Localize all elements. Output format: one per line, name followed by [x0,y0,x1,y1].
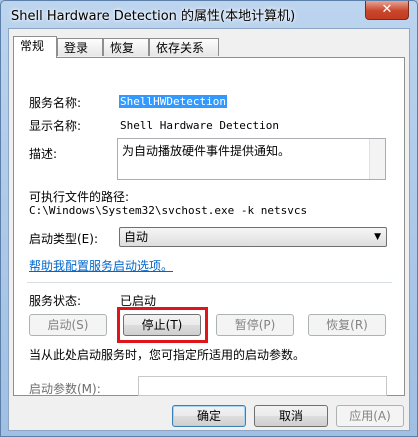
close-icon: ✕ [381,2,393,17]
ok-button[interactable]: 确定 [172,405,246,427]
pause-button[interactable]: 暂停(P) [216,314,294,336]
properties-dialog: Shell Hardware Detection 的属性(本地计算机) ✕ 常规… [0,0,418,437]
tab-dependencies[interactable]: 依存关系 [149,38,219,56]
resume-button[interactable]: 恢复(R) [308,314,386,336]
close-button[interactable]: ✕ [365,1,409,20]
display-name-label: 显示名称: [29,119,82,133]
tab-recovery[interactable]: 恢复 [103,38,149,56]
startup-type-label: 启动类型(E): [29,232,98,246]
start-params-label: 启动参数(M): [29,382,101,396]
cancel-button[interactable]: 取消 [254,405,328,427]
window-title: Shell Hardware Detection 的属性(本地计算机) [11,9,296,24]
start-button[interactable]: 启动(S) [29,314,107,336]
exe-path-value: C:\Windows\System32\svchost.exe -k netsv… [29,204,308,217]
dialog-client-area: 常规 登录 恢复 依存关系 服务名称: ShellHWDetection 显示名… [8,28,410,431]
help-config-link[interactable]: 帮助我配置服务启动选项。 [29,257,173,274]
chevron-down-icon: ▼ [374,232,381,242]
tab-logon[interactable]: 登录 [57,38,103,56]
service-name-value[interactable]: ShellHWDetection [119,95,227,108]
description-value: 为自动播放硬件事件提供通知。 [122,144,291,158]
description-scrollbar[interactable] [369,139,385,179]
service-name-label: 服务名称: [29,96,82,110]
description-textbox[interactable]: 为自动播放硬件事件提供通知。 [117,138,386,180]
start-params-hint: 当从此处启动服务时，您可指定所适用的启动参数。 [29,348,306,362]
tab-general[interactable]: 常规 [13,36,57,58]
startup-type-select[interactable]: 自动 ▼ [119,227,387,247]
service-status-label: 服务状态: [29,294,82,308]
exe-path-label: 可执行文件的路径: [29,190,130,204]
display-name-value: Shell Hardware Detection [120,119,279,132]
section-divider [27,282,392,283]
start-params-input[interactable] [138,376,387,396]
general-tab-panel: 服务名称: ShellHWDetection 显示名称: Shell Hardw… [13,57,405,396]
startup-type-value: 自动 [124,230,149,244]
apply-button[interactable]: 应用(A) [336,405,404,427]
description-label: 描述: [29,147,58,161]
stop-button-highlight [117,307,208,343]
